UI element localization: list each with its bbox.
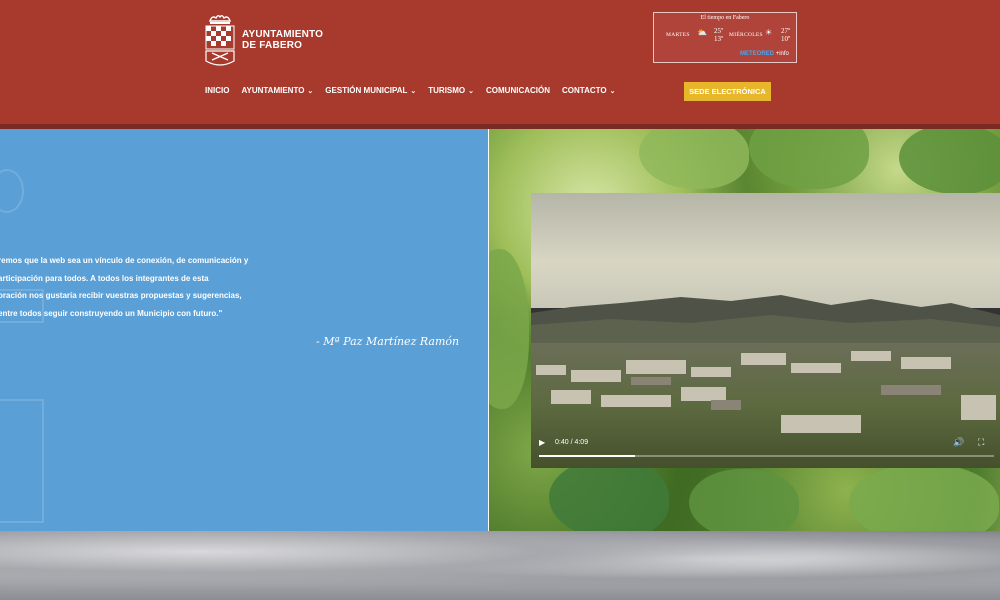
quote-line: remos que la web sea un vínculo de conex…	[0, 256, 249, 265]
chevron-down-icon: ⌄	[307, 87, 314, 95]
leaf-shape	[849, 464, 999, 531]
meteored-more: +info	[775, 51, 789, 57]
nav-item-gestión-municipal[interactable]: GESTIÓN MUNICIPAL ⌄	[325, 86, 416, 95]
weather-widget[interactable]: El tiempo en Fabero MARTES ⛅ 25º 13º MIÉ…	[653, 12, 797, 63]
nav-item-label: GESTIÓN MUNICIPAL	[325, 86, 408, 95]
quote-signature: - Mª Paz Martínez Ramón	[316, 335, 460, 348]
chevron-down-icon: ⌄	[410, 87, 417, 95]
play-icon[interactable]: ▶	[539, 438, 545, 447]
video-progress-bar[interactable]	[539, 455, 994, 457]
weather-day2-low: 10º	[781, 35, 791, 43]
ghost-shape	[0, 399, 44, 523]
nav-item-turismo[interactable]: TURISMO ⌄	[428, 86, 474, 95]
meteored-brand: METEORED	[740, 51, 775, 57]
cloudy-sun-icon: ⛅	[697, 28, 707, 37]
ghost-shape	[0, 169, 24, 213]
quote-line: oración nos gustaría recibir vuestras pr…	[0, 291, 242, 300]
video-sky	[531, 193, 1000, 308]
weather-day2: MIÉRCOLES	[729, 32, 763, 38]
quote-text: remos que la web sea un vínculo de conex…	[0, 252, 278, 322]
video-progress-fill	[539, 455, 635, 457]
weather-day1-low: 13º	[714, 35, 724, 43]
leaf-shape	[899, 129, 1000, 194]
video-controls: ▶ 0:40 / 4:09 🔊 ⛶	[531, 433, 1000, 468]
nav-item-comunicación[interactable]: COMUNICACIÓN	[486, 86, 550, 95]
weather-day2-high: 27º	[781, 27, 791, 35]
quote-line: articipación para todos. A todos los int…	[0, 273, 209, 283]
quote-line: entre todos seguir construyendo un Munic…	[0, 308, 223, 318]
logo-line1: AYUNTAMIENTO	[242, 29, 324, 40]
weather-day1-high: 25º	[714, 27, 724, 35]
sede-electronica-button[interactable]: SEDE ELECTRÓNICA	[684, 82, 771, 101]
leaf-shape	[639, 129, 749, 189]
leaf-shape	[689, 469, 799, 531]
clouds-banner	[0, 531, 1000, 600]
volume-icon[interactable]: 🔊	[953, 437, 964, 448]
main-nav: INICIO AYUNTAMIENTO ⌄ GESTIÓN MUNICIPAL ⌄ TUR…	[205, 86, 627, 95]
fullscreen-icon[interactable]: ⛶	[978, 437, 984, 448]
logo-line2: DE FABERO	[242, 40, 303, 51]
logo-text: AYUNTAMIENTO DE FABERO	[242, 29, 323, 51]
coat-of-arms-icon	[205, 15, 235, 66]
nav-item-label: AYUNTAMIENTO	[241, 86, 305, 95]
video-player[interactable]: ▶ 0:40 / 4:09 🔊 ⛶	[531, 193, 1000, 468]
chevron-down-icon: ⌄	[468, 87, 475, 95]
nav-item-inicio[interactable]: INICIO	[205, 86, 229, 95]
logo[interactable]: AYUNTAMIENTO DE FABERO	[204, 12, 334, 68]
nav-item-contacto[interactable]: CONTACTO ⌄	[562, 86, 615, 95]
site-header: AYUNTAMIENTO DE FABERO El tiempo en Fabe…	[0, 0, 1000, 124]
weather-title: El tiempo en Fabero	[700, 15, 750, 21]
meteored-link[interactable]: METEORED +info	[740, 51, 789, 57]
leaf-shape	[549, 459, 669, 531]
sun-icon: ☀	[765, 28, 773, 37]
chevron-down-icon: ⌄	[609, 87, 616, 95]
nav-item-ayuntamiento[interactable]: AYUNTAMIENTO ⌄	[241, 86, 313, 95]
video-time: 0:40 / 4:09	[555, 439, 589, 446]
nav-item-label: CONTACTO	[562, 86, 607, 95]
nav-item-label: TURISMO	[428, 86, 466, 95]
nav-item-label: INICIO	[205, 86, 230, 95]
leaf-shape	[489, 249, 529, 409]
video-town	[536, 351, 996, 433]
leaf-shape	[749, 129, 869, 189]
weather-day1: MARTES	[666, 32, 690, 38]
quote-panel: remos que la web sea un vínculo de conex…	[0, 129, 488, 531]
nav-item-label: COMUNICACIÓN	[486, 86, 551, 95]
